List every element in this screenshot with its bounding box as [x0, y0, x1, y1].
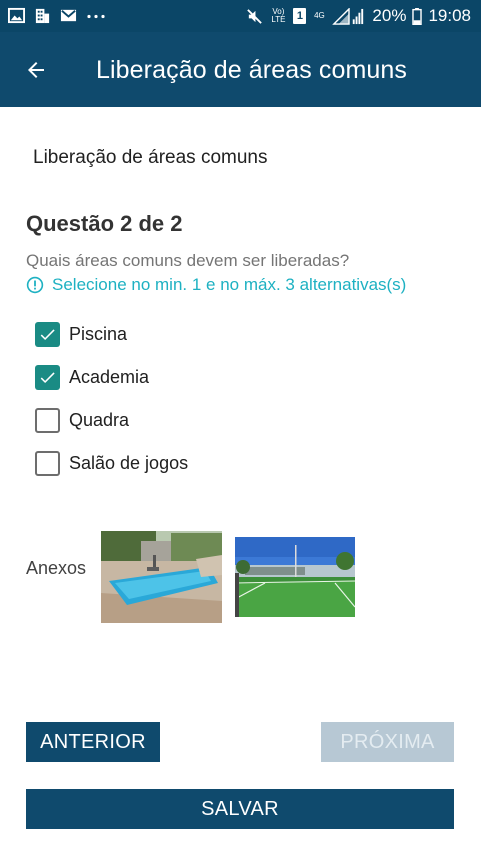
checkbox-unchecked[interactable] [35, 451, 60, 476]
status-bar-left [8, 7, 106, 24]
sim-icon: 1 [293, 8, 307, 24]
attachments-label: Anexos [26, 558, 87, 578]
attachment-pool-photo[interactable] [101, 531, 222, 623]
mute-icon [247, 8, 263, 24]
previous-button[interactable]: ANTERIOR [26, 722, 160, 762]
question-title: Questão 2 de 2 [26, 211, 183, 236]
check-icon [40, 329, 55, 341]
save-button[interactable]: SALVAR [26, 789, 454, 829]
status-bar-right: Vo) LTE 1 4G 20% 19:08 [246, 6, 471, 26]
checkbox-checked[interactable] [35, 365, 60, 390]
option-academia[interactable]: Academia [35, 356, 335, 399]
volte-icon: Vo) LTE [271, 7, 286, 24]
checkbox-checked[interactable] [35, 322, 60, 347]
option-piscina[interactable]: Piscina [35, 313, 335, 356]
page-title: Liberação de áreas comuns [96, 56, 408, 84]
back-button[interactable] [18, 52, 54, 88]
app-bar: Liberação de áreas comuns [0, 32, 481, 107]
status-bar: Vo) LTE 1 4G 20% 19:08 [0, 0, 481, 32]
battery-icon [412, 7, 423, 25]
check-icon [40, 372, 55, 384]
building-icon [35, 8, 50, 24]
next-button[interactable]: PRÓXIMA [321, 722, 454, 762]
more-dots-icon [87, 14, 105, 19]
selection-hint: Selecione no min. 1 e no máx. 3 alternat… [26, 275, 406, 295]
sports-field-photo-image [235, 537, 355, 617]
pool-photo-image [101, 531, 222, 623]
checkbox-unchecked[interactable] [35, 408, 60, 433]
option-label: Quadra [69, 410, 130, 430]
form-subtitle: Liberação de áreas comuns [33, 147, 268, 168]
option-label: Academia [69, 367, 150, 387]
option-salao-de-jogos[interactable]: Salão de jogos [35, 442, 335, 485]
signal-icon [332, 7, 364, 25]
question-text: Quais áreas comuns devem ser liberadas? [26, 251, 350, 270]
option-quadra[interactable]: Quadra [35, 399, 335, 442]
info-alert-icon [26, 276, 44, 294]
battery-percent: 20% [372, 6, 407, 25]
selection-hint-text: Selecione no min. 1 e no máx. 3 alternat… [52, 275, 407, 294]
mail-icon [60, 9, 77, 22]
option-label: Piscina [69, 324, 128, 344]
image-icon [8, 7, 25, 24]
arrow-left-icon [28, 62, 44, 78]
clock: 19:08 [428, 6, 471, 25]
network-4g-icon: 4G [314, 11, 325, 20]
attachment-sports-field-photo[interactable] [235, 537, 355, 617]
options-list: Piscina Academia Quadra Salão de jogos [35, 313, 335, 485]
option-label: Salão de jogos [69, 453, 189, 473]
